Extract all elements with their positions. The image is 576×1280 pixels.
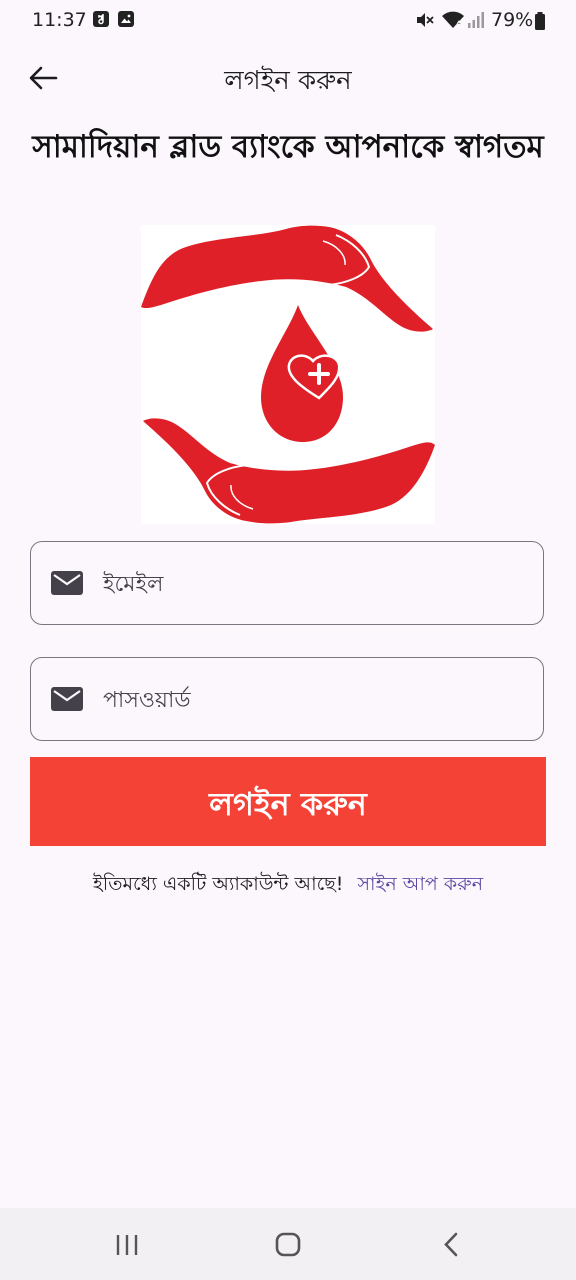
login-button[interactable]: লগইন করুন [30,757,546,846]
signup-link[interactable]: সাইন আপ করুন [357,873,483,895]
password-field[interactable]: পাসওয়ার্ড [30,657,544,741]
mail-icon [51,687,83,711]
email-placeholder: ইমেইল [103,572,164,597]
home-button[interactable] [258,1222,318,1266]
back-nav-button[interactable] [420,1222,480,1266]
mute-icon [417,13,434,27]
system-nav-bar [0,1208,576,1280]
mail-icon [51,571,83,595]
login-button-label: লগইন করুন [209,785,367,823]
account-exists-text: ইতিমধ্যে একটি অ্যাকাউন্ট আছে! [92,873,344,895]
welcome-heading: সামাদিয়ান ব্লাড ব্যাংকে আপনাকে স্বাগতম [32,129,544,165]
music-notification-icon [93,11,109,27]
page-title: লগইন করুন [224,66,352,96]
signal-icon [468,12,484,28]
gallery-notification-icon [118,11,134,27]
email-field[interactable]: ইমেইল [30,541,544,625]
blood-drop-hands-logo [141,225,435,524]
battery-icon [535,12,545,30]
app-bar: লগইন করুন [0,48,576,108]
wifi-icon [442,11,465,29]
recent-apps-icon [116,1235,138,1255]
battery-percentage: 79% [491,9,534,31]
blood-bank-logo [141,225,435,524]
chevron-left-icon [444,1232,458,1257]
password-placeholder: পাসওয়ার্ড [103,688,191,713]
account-prompt: ইতিমধ্যে একটি অ্যাকাউন্ট আছে! সাইন আপ করু… [0,870,576,902]
recent-apps-button[interactable] [98,1222,158,1266]
status-bar: 11:37 79% [0,0,576,42]
status-time: 11:37 [32,9,87,31]
home-icon [275,1232,301,1257]
